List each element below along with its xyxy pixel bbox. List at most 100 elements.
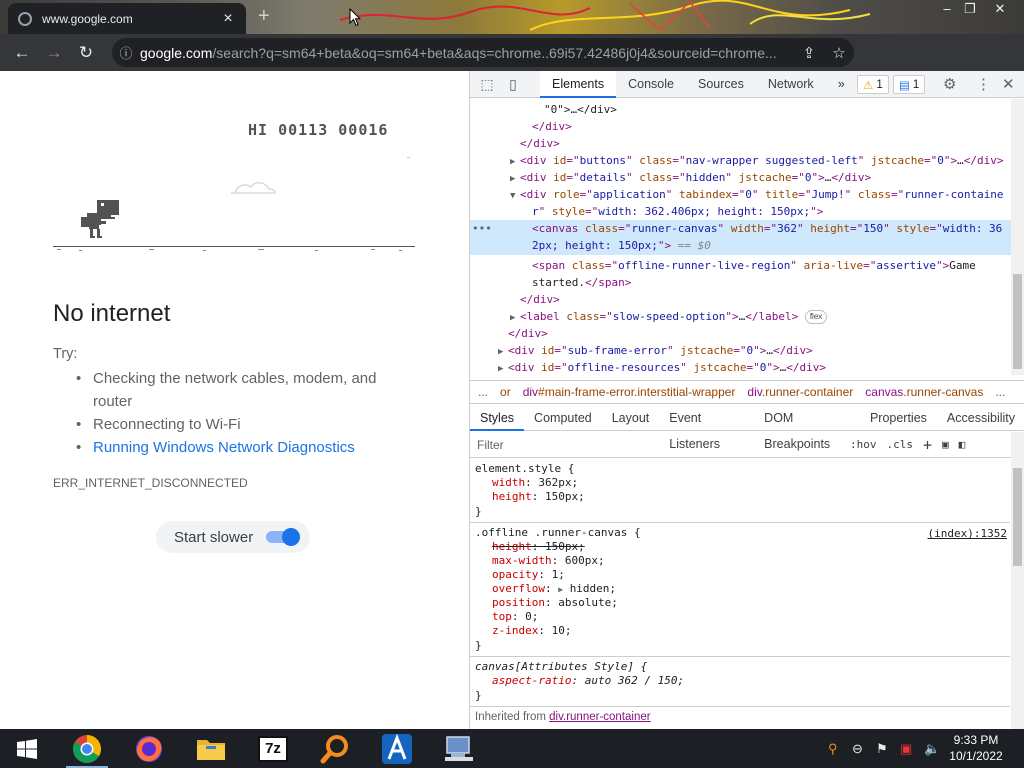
class-toggle[interactable]: .cls <box>887 438 914 451</box>
dom-node[interactable]: </div> <box>470 325 1012 342</box>
dom-node[interactable]: </div> <box>470 135 1012 152</box>
dino-game-canvas[interactable] <box>53 151 415 261</box>
style-property[interactable]: position: absolute; <box>475 596 1010 610</box>
dom-node[interactable]: "0">…</div> <box>470 101 1012 118</box>
address-bar[interactable]: ⓘ google.com/search?q=sm64+beta&oq=sm64+… <box>112 38 854 67</box>
dom-node[interactable]: ▶ <div id="offline-resources" jstcache="0… <box>470 359 1012 375</box>
tab-console[interactable]: Console <box>616 71 686 98</box>
hover-state-toggle[interactable]: :hov <box>850 438 877 451</box>
style-property[interactable]: z-index: 10; <box>475 624 1010 638</box>
dom-node[interactable]: ▶ <div id="buttons" class="nav-wrapper su… <box>470 152 1012 169</box>
taskbar-firefox[interactable] <box>118 729 180 768</box>
rule-source-link[interactable]: (index):1352 <box>928 527 1007 540</box>
tab-accessibility[interactable]: Accessibility <box>937 405 1024 431</box>
style-rule[interactable]: canvas[Attributes Style] { aspect-ratio:… <box>470 657 1010 707</box>
style-property[interactable]: opacity: 1; <box>475 568 1010 582</box>
selected-dom-node[interactable]: ••• <canvas class="runner-canvas" width=… <box>470 220 1012 255</box>
close-devtools-icon[interactable]: ✕ <box>1002 75 1015 93</box>
breadcrumb-item[interactable]: div.runner-container <box>741 385 859 399</box>
bookmark-star-icon[interactable]: ☆ <box>824 44 854 62</box>
style-rule[interactable]: element.style { width: 362px; height: 15… <box>470 459 1010 523</box>
breadcrumb-scroll-right[interactable]: ... <box>989 385 1011 399</box>
style-rule[interactable]: .offline .runner-canvas { (index):1352 h… <box>470 523 1010 657</box>
dom-node-wrap[interactable]: r" style="width: 362.406px; height: 150p… <box>470 203 1012 220</box>
style-property[interactable]: aspect-ratio: auto 362 / 150; <box>475 674 1010 688</box>
tab-properties[interactable]: Properties <box>860 405 937 431</box>
expand-triangle-icon[interactable]: ▶ <box>558 585 563 594</box>
scrollbar-thumb[interactable] <box>1013 468 1022 566</box>
scrollbar-thumb[interactable] <box>1013 274 1022 369</box>
tab-close-icon[interactable]: × <box>220 10 236 28</box>
settings-gear-icon[interactable]: ⚙ <box>943 75 956 93</box>
taskbar-clock[interactable]: 9:33 PM 10/1/2022 <box>946 732 1006 764</box>
close-window-button[interactable]: ✕ <box>987 0 1013 20</box>
paint-brush-icon[interactable]: ▣ <box>942 438 949 451</box>
more-tabs-button[interactable]: » <box>826 71 857 98</box>
tray-network-disconnected-icon[interactable]: ▣ <box>900 741 912 757</box>
style-property[interactable]: top: 0; <box>475 610 1010 624</box>
elements-tree[interactable]: "0">…</div> </div> </div> ▶ <div id="butt… <box>470 99 1012 375</box>
tab-dom-breakpoints[interactable]: DOM Breakpoints <box>754 405 860 451</box>
tab-event-listeners[interactable]: Event Listeners <box>659 405 754 451</box>
tray-flag-icon[interactable]: ⚑ <box>876 741 888 757</box>
forward-button[interactable]: → <box>38 37 70 69</box>
address-url[interactable]: google.com/search?q=sm64+beta&oq=sm64+be… <box>140 45 794 61</box>
dom-node[interactable]: ▶ <label class="slow-speed-option">…</lab… <box>470 308 1012 325</box>
tab-layout[interactable]: Layout <box>602 405 660 431</box>
start-button[interactable] <box>0 729 54 768</box>
inspect-element-icon[interactable]: ⬚ <box>474 76 500 93</box>
toggle-sidebar-icon[interactable]: ◧ <box>959 438 966 451</box>
breadcrumb-item[interactable]: canvas.runner-canvas <box>859 385 989 399</box>
tab-elements[interactable]: Elements <box>540 70 617 98</box>
dom-node[interactable]: </div> <box>470 118 1012 135</box>
style-property-overridden[interactable]: height: 150px; <box>475 540 1010 554</box>
taskbar-file-explorer[interactable] <box>180 729 242 768</box>
reload-button[interactable]: ↻ <box>70 37 102 69</box>
tab-sources[interactable]: Sources <box>686 71 756 98</box>
expand-triangle-icon[interactable]: ▶ <box>498 361 508 375</box>
new-rule-plus-icon[interactable]: + <box>923 436 932 454</box>
dom-node[interactable]: <span class="offline-runner-live-region"… <box>470 257 1012 274</box>
start-slower-toggle[interactable] <box>266 528 300 546</box>
style-property[interactable]: height: 150px; <box>475 490 1010 504</box>
taskbar-network-app[interactable] <box>428 729 490 768</box>
tray-status-icon[interactable]: ⊖ <box>852 741 863 757</box>
taskbar-7zip[interactable]: 7z <box>242 729 304 768</box>
maximize-button[interactable]: ❐ <box>957 0 983 20</box>
messages-badge[interactable]: ▤ 1 <box>893 75 926 94</box>
dom-node[interactable]: ▶ <div id="details" class="hidden" jstcac… <box>470 169 1012 186</box>
breadcrumb-item[interactable]: or <box>494 385 517 399</box>
styles-filter-input[interactable]: Filter <box>470 438 840 452</box>
share-icon[interactable]: ⇪ <box>794 44 824 62</box>
start-slower-option[interactable]: Start slower <box>156 521 310 553</box>
taskbar-chrome[interactable] <box>56 729 118 768</box>
breadcrumb-scroll-left[interactable]: ... <box>470 385 494 399</box>
style-property[interactable]: overflow: ▶ hidden; <box>475 582 1010 596</box>
inherited-source-link[interactable]: div.runner-container <box>549 711 650 723</box>
tab-styles[interactable]: Styles <box>470 405 525 431</box>
breadcrumb-item[interactable]: div#main-frame-error.interstitial-wrappe… <box>517 385 742 399</box>
node-actions-icon[interactable]: ••• <box>472 220 492 237</box>
tray-search-icon[interactable]: ⚲ <box>828 741 838 757</box>
device-toolbar-icon[interactable]: ▯ <box>500 76 526 93</box>
styles-scrollbar[interactable] <box>1011 432 1024 729</box>
elements-scrollbar[interactable] <box>1011 99 1024 375</box>
network-diagnostics-link[interactable]: Running Windows Network Diagnostics <box>76 436 396 459</box>
taskbar-search-app[interactable] <box>304 729 366 768</box>
dom-node-wrap[interactable]: started.</span> <box>470 274 1012 291</box>
flex-badge[interactable]: flex <box>804 310 828 324</box>
warnings-badge[interactable]: ⚠ 1 <box>857 75 889 94</box>
dom-node[interactable]: </div> <box>470 291 1012 308</box>
devtools-menu-icon[interactable]: ⋮ <box>976 75 991 93</box>
browser-tab[interactable]: www.google.com × <box>8 3 246 34</box>
dom-node[interactable]: ▼ <div role="application" tabindex="0" ti… <box>470 186 1012 203</box>
tab-network[interactable]: Network <box>756 71 826 98</box>
taskbar-app-a[interactable] <box>366 729 428 768</box>
tab-computed[interactable]: Computed <box>524 405 602 431</box>
site-info-icon[interactable]: ⓘ <box>112 43 140 62</box>
style-property[interactable]: width: 362px; <box>475 476 1010 490</box>
styles-pane[interactable]: element.style { width: 362px; height: 15… <box>470 459 1010 724</box>
tray-volume-icon[interactable]: 🔈 <box>924 741 940 757</box>
back-button[interactable]: ← <box>6 37 38 69</box>
style-property[interactable]: max-width: 600px; <box>475 554 1010 568</box>
